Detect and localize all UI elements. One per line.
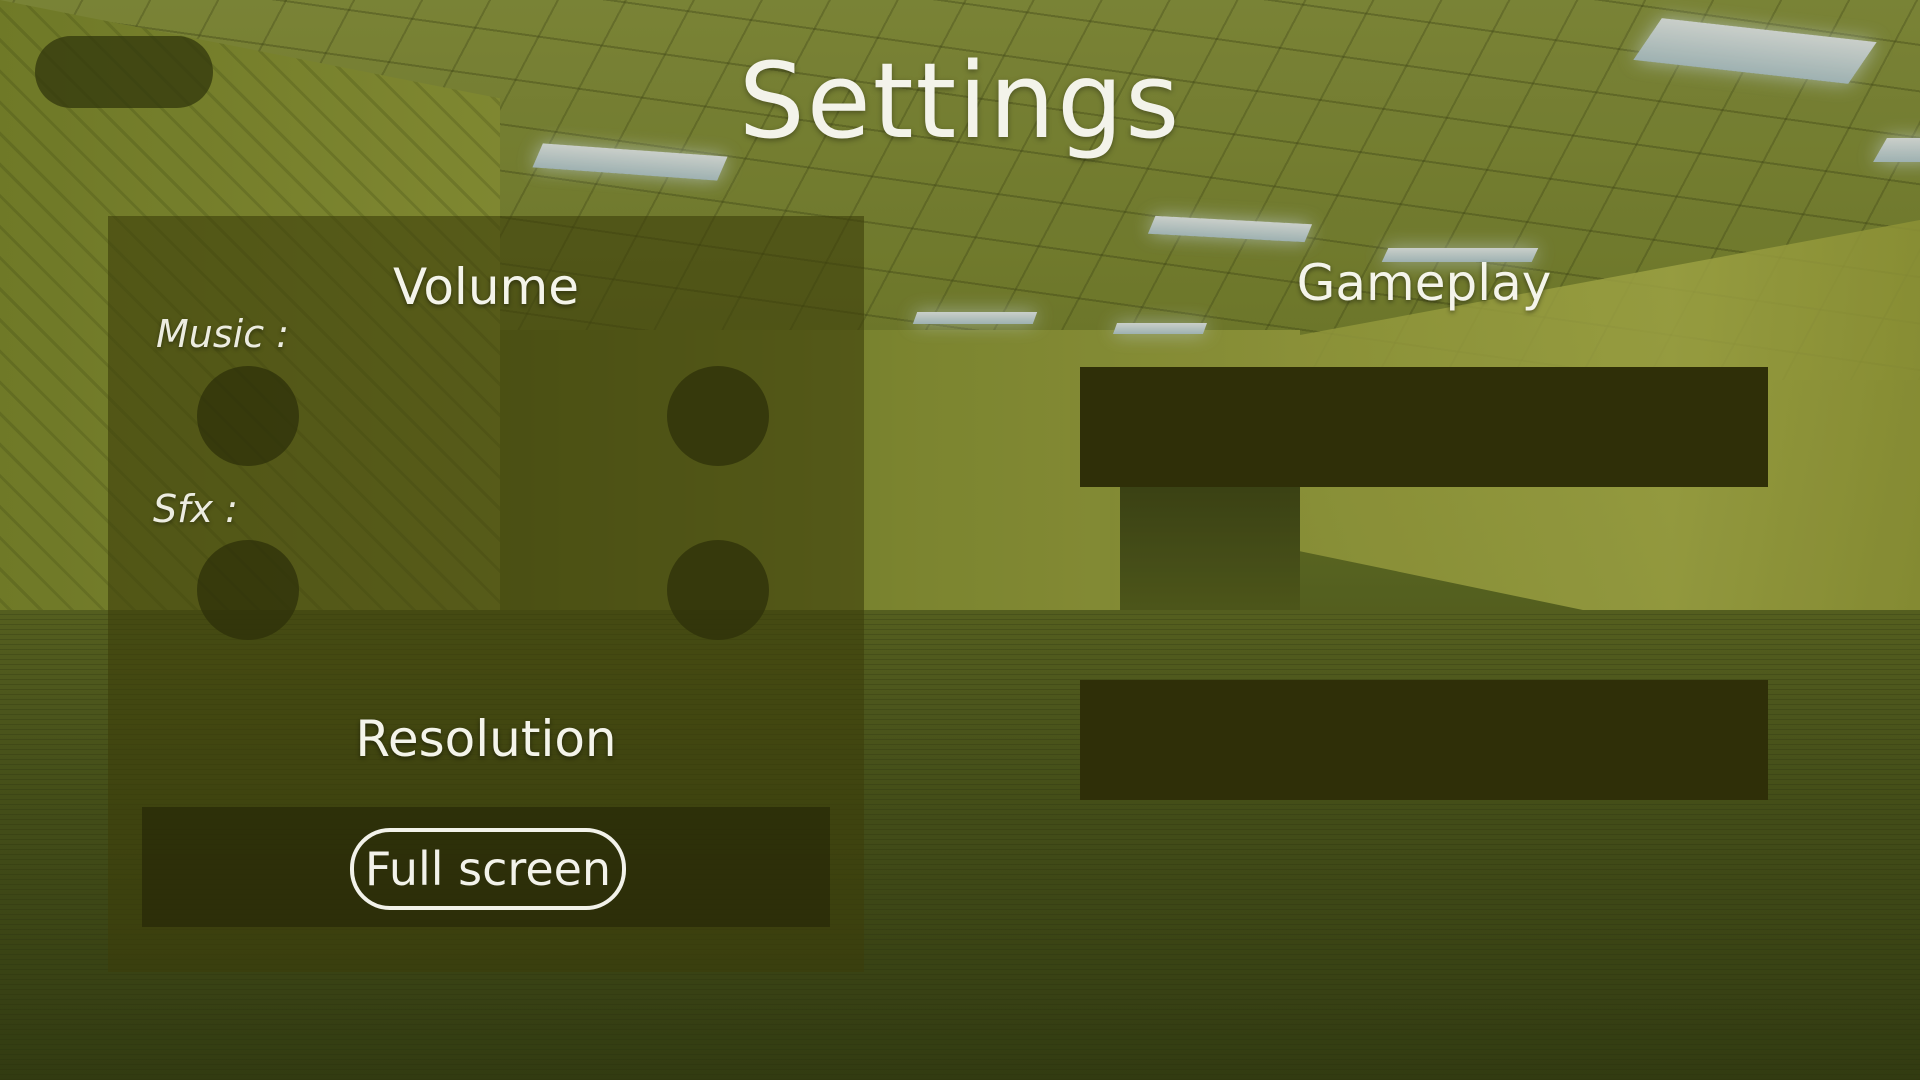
gameplay-heading: Gameplay <box>1296 254 1552 312</box>
sfx-increase-button[interactable] <box>667 540 769 640</box>
fullscreen-button[interactable]: Full screen <box>350 828 626 910</box>
page-title: Settings <box>738 40 1182 162</box>
gameplay-option-1[interactable] <box>1080 367 1768 487</box>
gameplay-option-2[interactable] <box>1080 680 1768 800</box>
music-decrease-button[interactable] <box>197 366 299 466</box>
music-label: Music : <box>156 312 289 356</box>
sfx-label: Sfx : <box>153 487 238 531</box>
game-scene: Settings Volume Music : Sfx : Resolution… <box>0 0 1920 1080</box>
resolution-heading: Resolution <box>355 710 617 768</box>
music-increase-button[interactable] <box>667 366 769 466</box>
sfx-decrease-button[interactable] <box>197 540 299 640</box>
volume-heading: Volume <box>393 258 579 316</box>
